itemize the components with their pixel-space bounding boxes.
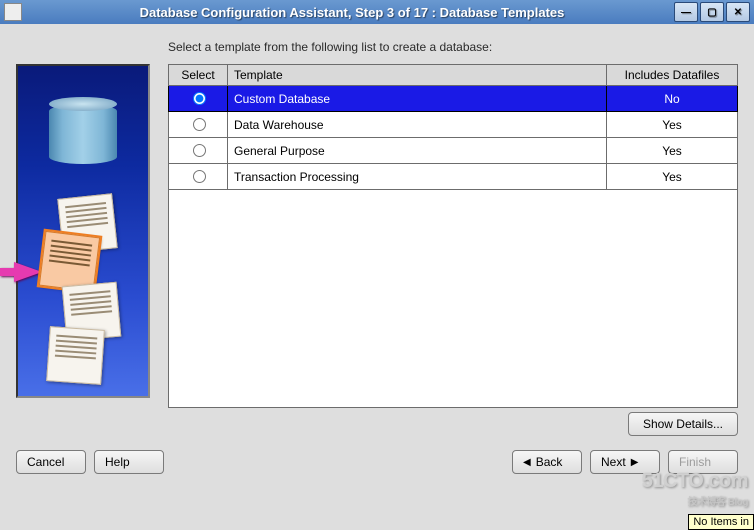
close-button[interactable]: ✕ (726, 2, 750, 22)
minimize-button[interactable]: — (674, 2, 698, 22)
template-radio[interactable] (193, 92, 206, 105)
window-titlebar: Database Configuration Assistant, Step 3… (0, 0, 754, 24)
table-row[interactable]: Transaction Processing Yes (169, 164, 738, 190)
table-row[interactable]: Custom Database No (169, 86, 738, 112)
help-button[interactable]: Help (94, 450, 164, 474)
table-header-row: Select Template Includes Datafiles (169, 65, 738, 86)
maximize-button[interactable]: ▢ (700, 2, 724, 22)
instruction-text: Select a template from the following lis… (168, 40, 738, 54)
includes-cell: Yes (607, 138, 738, 164)
includes-cell: Yes (607, 112, 738, 138)
watermark-sub: 技术博客 Blog (642, 493, 748, 508)
bottom-button-bar: Cancel Help ◀ Back Next ▶ Finish (0, 444, 754, 484)
template-radio[interactable] (193, 144, 206, 157)
includes-cell: No (607, 86, 738, 112)
next-label: Next (601, 455, 626, 469)
app-icon (4, 3, 22, 21)
table-row[interactable]: Data Warehouse Yes (169, 112, 738, 138)
template-radio[interactable] (193, 170, 206, 183)
col-header-includes: Includes Datafiles (607, 65, 738, 86)
main-panel: Select a template from the following lis… (168, 40, 738, 436)
template-name-cell: General Purpose (228, 138, 607, 164)
radio-cell[interactable] (169, 138, 228, 164)
database-cylinder-icon (49, 104, 117, 164)
includes-cell: Yes (607, 164, 738, 190)
chevron-right-icon: ▶ (631, 457, 639, 468)
next-button[interactable]: Next ▶ (590, 450, 660, 474)
table-empty-area (168, 190, 738, 408)
finish-button[interactable]: Finish (668, 450, 738, 474)
chevron-left-icon: ◀ (523, 457, 531, 468)
table-row[interactable]: General Purpose Yes (169, 138, 738, 164)
template-table: Select Template Includes Datafiles Custo… (168, 64, 738, 190)
back-button[interactable]: ◀ Back (512, 450, 582, 474)
wizard-side-image (16, 64, 150, 398)
radio-cell[interactable] (169, 86, 228, 112)
template-name-cell: Transaction Processing (228, 164, 607, 190)
content-area: Select a template from the following lis… (0, 24, 754, 444)
template-name-cell: Data Warehouse (228, 112, 607, 138)
cancel-button[interactable]: Cancel (16, 450, 86, 474)
template-name-cell: Custom Database (228, 86, 607, 112)
radio-cell[interactable] (169, 164, 228, 190)
back-label: Back (536, 455, 563, 469)
window-controls: — ▢ ✕ (674, 2, 750, 22)
col-header-template: Template (228, 65, 607, 86)
radio-cell[interactable] (169, 112, 228, 138)
col-header-select: Select (169, 65, 228, 86)
template-radio[interactable] (193, 118, 206, 131)
window-title: Database Configuration Assistant, Step 3… (30, 5, 674, 20)
show-details-button[interactable]: Show Details... (628, 412, 738, 436)
tray-tooltip: No Items in (688, 514, 754, 530)
arrow-icon (14, 262, 42, 282)
details-row: Show Details... (168, 412, 738, 436)
